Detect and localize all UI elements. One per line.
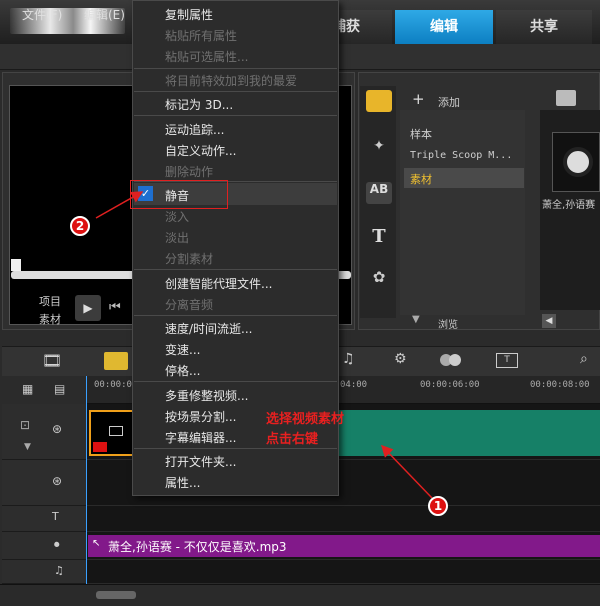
arrow-to-clip (380, 444, 433, 499)
annotation-badge-2: 2 (70, 216, 90, 236)
arrow-to-mute (95, 191, 144, 219)
annotation-badge-1: 1 (428, 496, 448, 516)
annotation-line-2: 点击右键 (266, 432, 319, 447)
annotation-text: 选择视频素材 点击右键 (266, 410, 344, 450)
annotation-line-1: 选择视频素材 (266, 412, 345, 427)
annotation-arrows (95, 191, 433, 499)
